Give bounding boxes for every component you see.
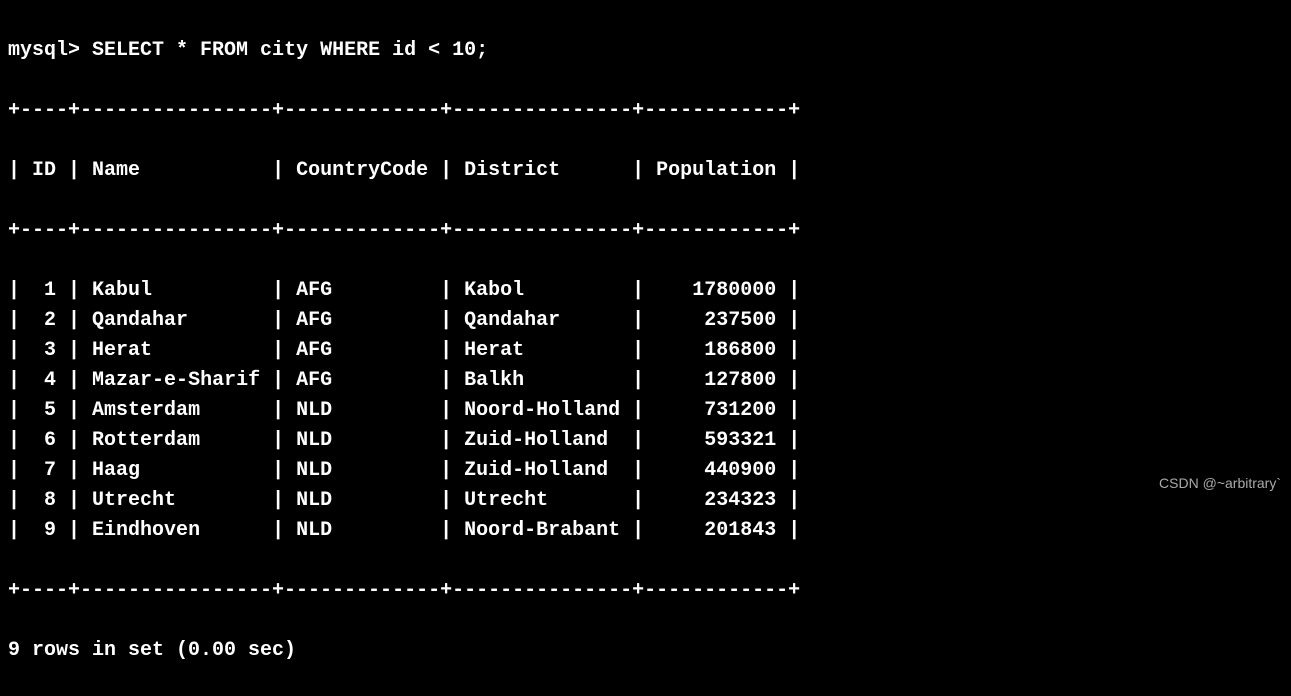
cell-population: 1780000 [656, 279, 776, 302]
table-row: | 8 | Utrecht | NLD | Utrecht | 234323 | [8, 486, 1283, 516]
table-row: | 5 | Amsterdam | NLD | Noord-Holland | … [8, 396, 1283, 426]
cell-population: 593321 [656, 429, 776, 452]
header-countrycode: CountryCode [296, 159, 428, 182]
cell-population: 731200 [656, 399, 776, 422]
cell-name: Kabul [92, 279, 260, 302]
table-border-mid: +----+----------------+-------------+---… [8, 216, 1283, 246]
table-border-top: +----+----------------+-------------+---… [8, 96, 1283, 126]
header-id: ID [32, 159, 56, 182]
table-row: | 3 | Herat | AFG | Herat | 186800 | [8, 336, 1283, 366]
cell-name: Rotterdam [92, 429, 260, 452]
cell-district: Noord-Holland [464, 399, 620, 422]
cell-countrycode: NLD [296, 429, 428, 452]
cell-population: 127800 [656, 369, 776, 392]
table-row: | 1 | Kabul | AFG | Kabol | 1780000 | [8, 276, 1283, 306]
cell-id: 2 [32, 309, 56, 332]
header-name: Name [92, 159, 140, 182]
result-footer: 9 rows in set (0.00 sec) [8, 636, 1283, 666]
cell-countrycode: AFG [296, 279, 428, 302]
cell-name: Qandahar [92, 309, 260, 332]
cell-population: 440900 [656, 459, 776, 482]
watermark: CSDN @~arbitrary` [1159, 473, 1281, 494]
sql-query: SELECT * FROM city WHERE id < 10; [92, 39, 488, 62]
header-district: District [464, 159, 560, 182]
cell-countrycode: NLD [296, 519, 428, 542]
cell-district: Noord-Brabant [464, 519, 620, 542]
header-population: Population [656, 159, 776, 182]
cell-name: Mazar-e-Sharif [92, 369, 260, 392]
table-row: | 4 | Mazar-e-Sharif | AFG | Balkh | 127… [8, 366, 1283, 396]
cell-district: Zuid-Holland [464, 429, 620, 452]
cell-population: 201843 [656, 519, 776, 542]
table-border-bottom: +----+----------------+-------------+---… [8, 576, 1283, 606]
cell-district: Qandahar [464, 309, 620, 332]
cell-name: Herat [92, 339, 260, 362]
cell-population: 237500 [656, 309, 776, 332]
table-rows: | 1 | Kabul | AFG | Kabol | 1780000 || 2… [8, 276, 1283, 546]
cell-id: 6 [32, 429, 56, 452]
cell-countrycode: NLD [296, 459, 428, 482]
cell-name: Amsterdam [92, 399, 260, 422]
cell-district: Utrecht [464, 489, 620, 512]
table-header-row: | ID | Name | CountryCode | District | P… [8, 156, 1283, 186]
query-line: mysql> SELECT * FROM city WHERE id < 10; [8, 36, 1283, 66]
cell-countrycode: NLD [296, 399, 428, 422]
cell-population: 234323 [656, 489, 776, 512]
cell-district: Kabol [464, 279, 620, 302]
cell-name: Utrecht [92, 489, 260, 512]
cell-id: 4 [32, 369, 56, 392]
cell-district: Herat [464, 339, 620, 362]
cell-id: 9 [32, 519, 56, 542]
table-row: | 9 | Eindhoven | NLD | Noord-Brabant | … [8, 516, 1283, 546]
cell-id: 1 [32, 279, 56, 302]
cell-countrycode: AFG [296, 309, 428, 332]
cell-name: Eindhoven [92, 519, 260, 542]
cell-countrycode: AFG [296, 339, 428, 362]
cell-id: 8 [32, 489, 56, 512]
table-row: | 7 | Haag | NLD | Zuid-Holland | 440900… [8, 456, 1283, 486]
mysql-prompt: mysql> [8, 39, 80, 62]
terminal-output: mysql> SELECT * FROM city WHERE id < 10;… [8, 6, 1283, 696]
cell-name: Haag [92, 459, 260, 482]
cell-district: Balkh [464, 369, 620, 392]
cell-district: Zuid-Holland [464, 459, 620, 482]
cell-id: 3 [32, 339, 56, 362]
table-row: | 2 | Qandahar | AFG | Qandahar | 237500… [8, 306, 1283, 336]
cell-id: 5 [32, 399, 56, 422]
table-row: | 6 | Rotterdam | NLD | Zuid-Holland | 5… [8, 426, 1283, 456]
cell-id: 7 [32, 459, 56, 482]
cell-countrycode: AFG [296, 369, 428, 392]
cell-countrycode: NLD [296, 489, 428, 512]
cell-population: 186800 [656, 339, 776, 362]
